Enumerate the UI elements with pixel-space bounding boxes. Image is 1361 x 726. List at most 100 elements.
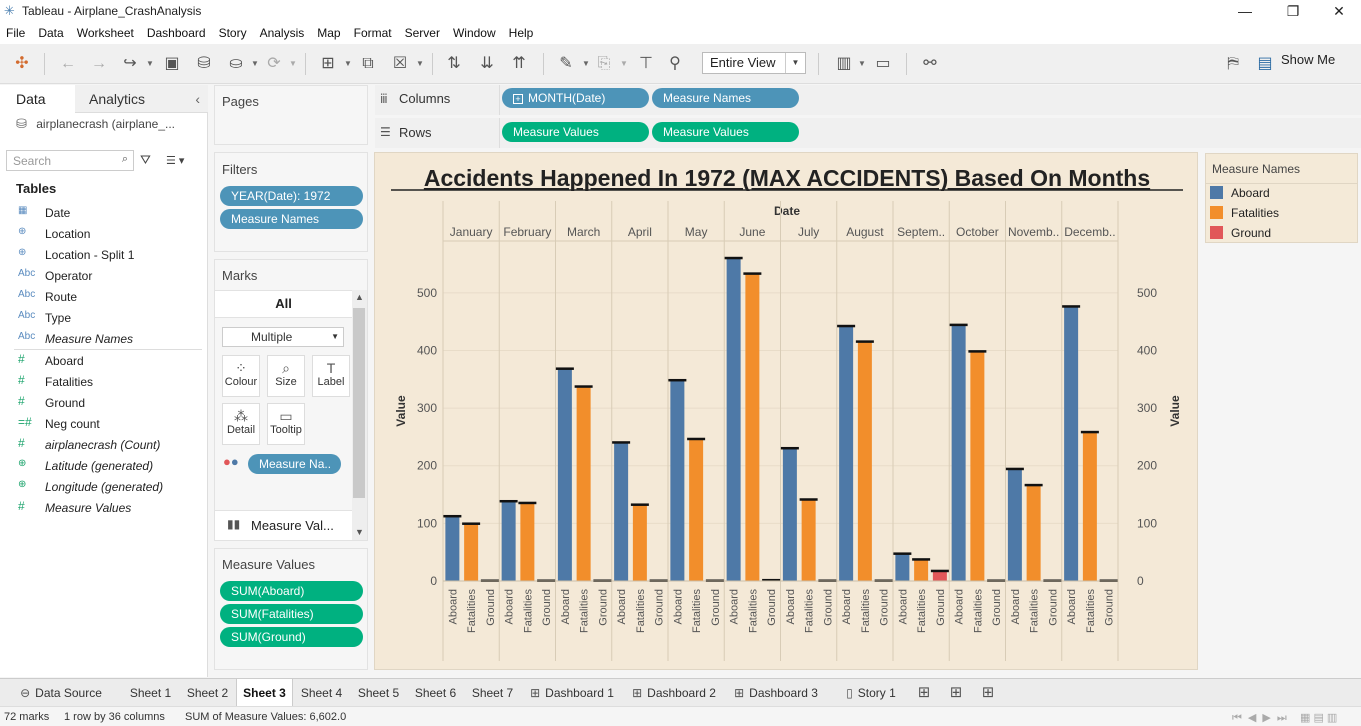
minimize-button[interactable]: — (1222, 0, 1268, 24)
new-dashboard-tab-icon[interactable]: ⊞ (944, 679, 968, 707)
bar-aboard[interactable] (1064, 306, 1079, 581)
measure-values-card[interactable]: Measure Values SUM(Aboard) SUM(Fatalitie… (214, 548, 368, 670)
marks-all-tab[interactable]: All (215, 290, 352, 318)
mark-button-detail[interactable]: ⁂ Detail (222, 403, 260, 445)
menu-item-data[interactable]: Data (32, 24, 70, 40)
mark-type-select[interactable]: Multiple ▼ (222, 327, 344, 347)
bar-fatalities[interactable] (464, 523, 479, 581)
chart-view[interactable]: Accidents Happened In 1972 (MAX ACCIDENT… (374, 152, 1198, 670)
menu-item-server[interactable]: Server (399, 24, 447, 40)
bar-fatalities[interactable] (1026, 485, 1041, 581)
columns-shelf[interactable]: ⅲ Columns + MONTH(Date) Measure Names (375, 85, 1361, 115)
sheet-tab-sheet-3[interactable]: Sheet 3 (236, 679, 293, 707)
datasource-item[interactable]: ⛁ airplanecrash (airplane_... (16, 116, 204, 132)
field-item[interactable]: # Aboard (0, 350, 205, 371)
collapse-pane-icon[interactable]: ‹ (195, 85, 200, 113)
tab-data[interactable]: Data (0, 85, 75, 113)
new-worksheet-tab-icon[interactable]: ⊞ (912, 679, 936, 707)
refresh-icon[interactable]: ⟳ (262, 52, 286, 76)
sheet-tab-dashboard-2[interactable]: ⊞ Dashboard 2 (623, 679, 725, 707)
clear-sheet-icon[interactable]: ☒ (388, 52, 412, 76)
show-me-button[interactable]: Show Me (1281, 52, 1335, 67)
pages-card[interactable]: Pages (214, 85, 368, 145)
bar-fatalities[interactable] (689, 439, 704, 581)
chevron-down-icon[interactable]: ▼ (289, 52, 297, 76)
bar-fatalities[interactable] (576, 386, 591, 581)
field-item[interactable]: ⊕ Location - Split 1 (0, 244, 205, 265)
menu-item-worksheet[interactable]: Worksheet (71, 24, 141, 40)
chevron-down-icon[interactable]: ▼ (858, 52, 866, 76)
share-icon[interactable]: ⚯ (918, 52, 942, 76)
legend-item-aboard[interactable]: Aboard (1210, 186, 1270, 204)
tableau-home-icon[interactable]: ✣ (10, 52, 34, 76)
chevron-down-icon[interactable]: ▼ (620, 52, 628, 76)
field-item[interactable]: Abc Type (0, 307, 205, 328)
sort-descending-icon[interactable]: ⇈ (507, 52, 531, 76)
columns-pill-month[interactable]: + MONTH(Date) (502, 88, 649, 108)
new-worksheet-icon[interactable]: ⊞ (316, 52, 340, 76)
field-item[interactable]: # airplanecrash (Count) (0, 434, 205, 455)
bar-aboard[interactable] (1007, 469, 1022, 581)
close-button[interactable]: ✕ (1316, 0, 1361, 24)
menu-item-map[interactable]: Map (311, 24, 347, 40)
columns-pill-measure-names[interactable]: Measure Names (652, 88, 799, 108)
sheet-sorter-icon[interactable]: ▦ ▤ ▥ (1300, 711, 1337, 724)
new-story-tab-icon[interactable]: ⊞ (976, 679, 1000, 707)
pin-icon[interactable]: ⛿ (1221, 52, 1245, 76)
marks-measure-values-tab[interactable]: ▮▮ Measure Val... (215, 510, 352, 540)
field-item[interactable]: # Ground (0, 392, 205, 413)
sheet-tab-dashboard-1[interactable]: ⊞ Dashboard 1 (521, 679, 623, 707)
group-members-icon[interactable]: ⎘ (592, 52, 616, 76)
colour-legend[interactable]: Measure Names Aboard Fatalities Ground (1205, 153, 1358, 243)
sheet-navigation-icon[interactable]: ⏮◀▶⏭ (1232, 711, 1293, 725)
bar-chart[interactable]: Accidents Happened In 1972 (MAX ACCIDENT… (375, 153, 1199, 671)
bar-aboard[interactable] (670, 380, 685, 581)
maximize-button[interactable]: ❐ (1270, 0, 1316, 24)
show-cards-icon[interactable]: ▥ (832, 52, 856, 76)
bar-fatalities[interactable] (632, 504, 647, 581)
field-item[interactable]: ⊕ Latitude (generated) (0, 455, 205, 476)
expand-icon[interactable]: + (513, 94, 523, 104)
chevron-down-icon[interactable]: ▼ (582, 52, 590, 76)
bar-aboard[interactable] (614, 442, 629, 581)
bar-aboard[interactable] (839, 326, 854, 581)
bar-fatalities[interactable] (801, 499, 816, 581)
replay-icon[interactable]: ↪ (118, 52, 142, 76)
chevron-down-icon[interactable]: ▼ (146, 52, 154, 76)
bar-ground[interactable] (932, 571, 947, 581)
marks-colour-pill[interactable]: Measure Na.. (248, 454, 341, 474)
scroll-down-icon[interactable]: ▼ (355, 527, 364, 537)
filter-pill-measure-names[interactable]: Measure Names (220, 209, 363, 229)
field-item[interactable]: Abc Operator (0, 265, 205, 286)
menu-item-analysis[interactable]: Analysis (254, 24, 312, 40)
bar-fatalities[interactable] (857, 341, 872, 581)
rows-shelf[interactable]: ☰ Rows Measure Values Measure Values (375, 118, 1361, 148)
bar-fatalities[interactable] (1082, 432, 1097, 581)
swap-rows-columns-icon[interactable]: ⇅ (442, 52, 466, 76)
chevron-down-icon[interactable]: ▼ (344, 52, 352, 76)
menu-item-help[interactable]: Help (503, 24, 541, 40)
filters-card[interactable]: Filters YEAR(Date): 1972 Measure Names (214, 152, 368, 252)
bar-fatalities[interactable] (914, 559, 929, 581)
field-item[interactable]: # Fatalities (0, 371, 205, 392)
fix-axes-icon[interactable]: ⚲ (663, 52, 687, 76)
marks-card[interactable]: Marks All Multiple ▼ ⁘ Colour ⌕ Size T Label ⁂… (214, 259, 368, 541)
search-input[interactable]: Search ⌕ (6, 150, 134, 171)
legend-item-fatalities[interactable]: Fatalities (1210, 206, 1279, 224)
sheet-tab-data-source[interactable]: ⊖ Data Source (0, 679, 122, 707)
sheet-tab-dashboard-3[interactable]: ⊞ Dashboard 3 (725, 679, 827, 707)
menu-item-format[interactable]: Format (348, 24, 399, 40)
bar-aboard[interactable] (557, 368, 572, 581)
save-icon[interactable]: ▣ (160, 52, 184, 76)
mark-button-tooltip[interactable]: ▭ Tooltip (267, 403, 305, 445)
duplicate-sheet-icon[interactable]: ⧉ (356, 52, 380, 76)
menu-item-dashboard[interactable]: Dashboard (141, 24, 213, 40)
bar-aboard[interactable] (951, 325, 966, 581)
sheet-tab-sheet-4[interactable]: Sheet 4 (293, 679, 350, 707)
scroll-thumb[interactable] (353, 308, 365, 498)
legend-item-ground[interactable]: Ground (1210, 226, 1271, 244)
measure-pill-fatalities[interactable]: SUM(Fatalities) (220, 604, 363, 624)
menu-item-story[interactable]: Story (213, 24, 254, 40)
chevron-down-icon[interactable]: ▼ (416, 52, 424, 76)
sheet-tab-story-1[interactable]: ▯ Story 1 (827, 679, 915, 707)
